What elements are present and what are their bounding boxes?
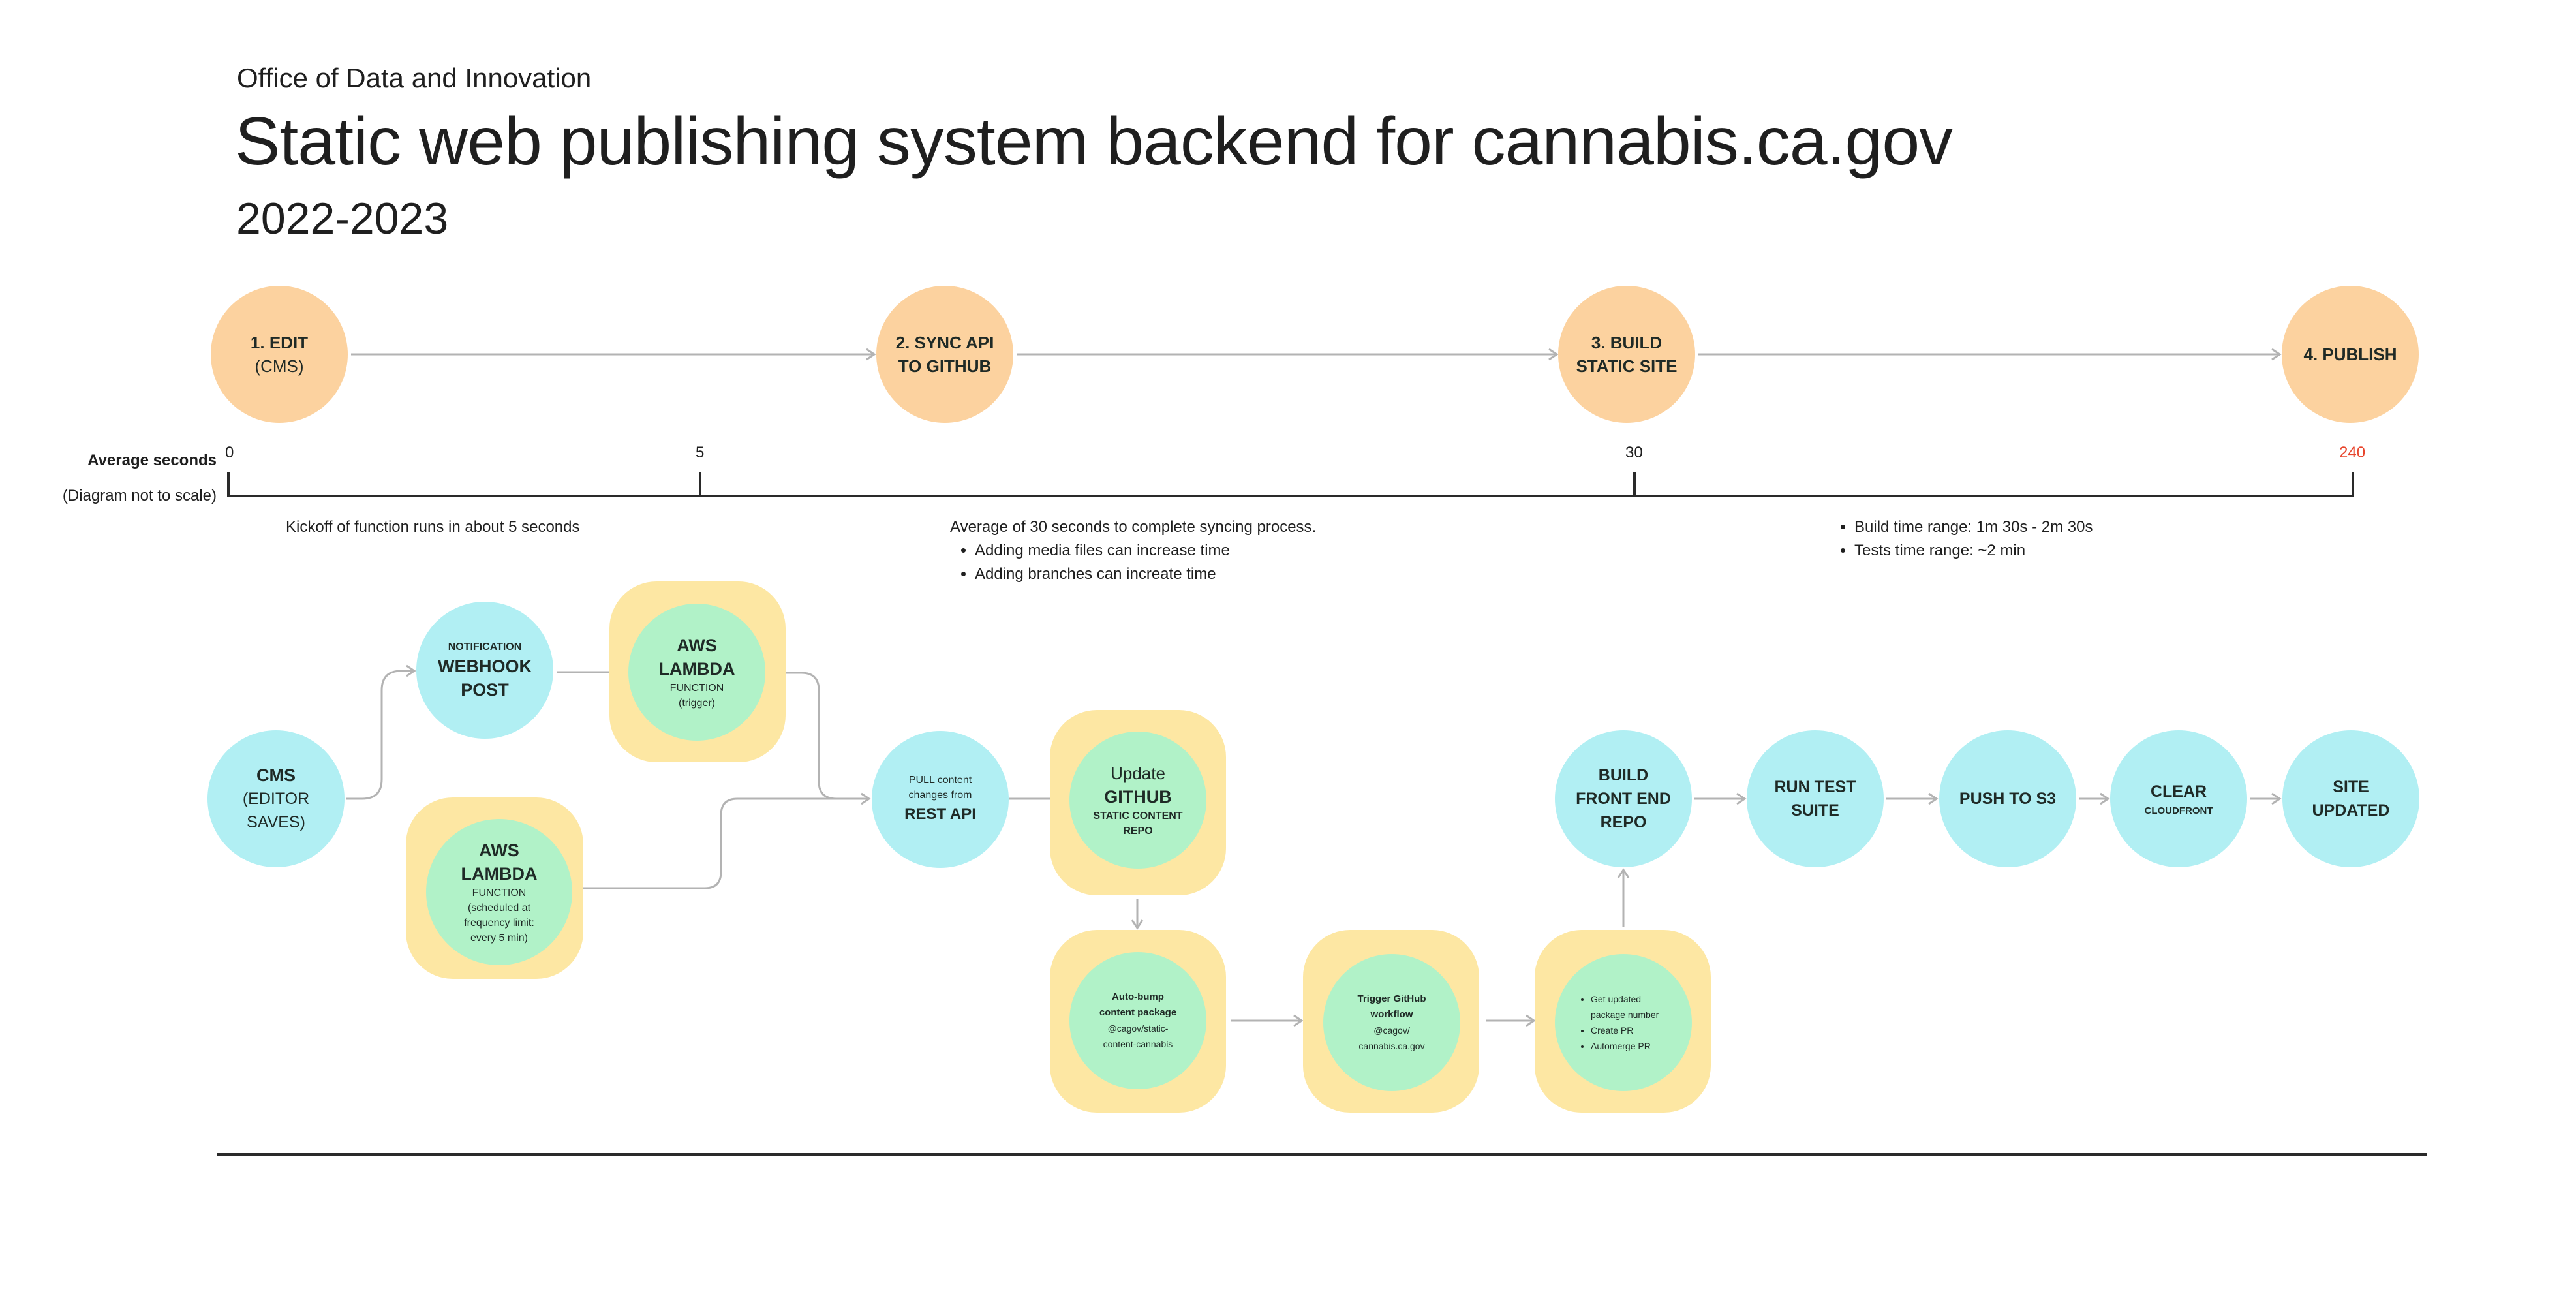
node-subtitle: @cagov/static-	[1107, 1023, 1169, 1034]
tick-label-30: 30	[1625, 444, 1643, 461]
step-item: Automerge PR	[1591, 1038, 1676, 1054]
node-pretitle: changes from	[908, 790, 972, 801]
node-subtitle: (trigger)	[678, 698, 715, 709]
node-title: content package	[1099, 1007, 1177, 1018]
node-trigger-workflow: Trigger GitHub workflow @cagov/ cannabis…	[1323, 954, 1460, 1091]
node-rest-api: PULL content changes from REST API	[872, 731, 1009, 868]
note-kickoff: Kickoff of function runs in about 5 seco…	[286, 518, 580, 536]
note-sync: Average of 30 seconds to complete syncin…	[950, 516, 1316, 586]
steps-list: Get updated package number Create PR Aut…	[1578, 991, 1676, 1054]
node-title: AWS	[677, 636, 717, 655]
node-webhook: NOTIFICATION WEBHOOK POST	[416, 602, 553, 739]
node-cms: CMS (EDITOR SAVES)	[207, 730, 345, 867]
note-sync-heading: Average of 30 seconds to complete syncin…	[950, 518, 1317, 536]
phase-label: 2. SYNC API	[895, 333, 994, 352]
node-subtitle: CLOUDFRONT	[2144, 805, 2213, 816]
node-subtitle: @cagov/	[1373, 1025, 1410, 1036]
node-subtitle: SAVES)	[247, 813, 305, 831]
phase-sync: 2. SYNC API TO GITHUB	[876, 286, 1013, 423]
tick-label-240: 240	[2339, 444, 2366, 461]
node-title: UPDATED	[2312, 801, 2390, 820]
node-build-frontend: BUILD FRONT END REPO	[1555, 730, 1692, 867]
phase-label: 3. BUILD	[1591, 333, 1663, 352]
node-title: SUITE	[1791, 801, 1839, 820]
phase-label: STATIC SITE	[1576, 356, 1678, 376]
phase-build: 3. BUILD STATIC SITE	[1558, 286, 1695, 423]
node-github: Update GITHUB STATIC CONTENT REPO	[1069, 732, 1206, 869]
node-title: BUILD	[1598, 766, 1649, 784]
note-build: Build time range: 1m 30s - 2m 30s Tests …	[1815, 516, 2093, 563]
node-title: CLEAR	[2150, 782, 2207, 801]
node-title: REST API	[904, 805, 976, 823]
node-update-steps: Get updated package number Create PR Aut…	[1555, 954, 1692, 1091]
node-run-tests: RUN TEST SUITE	[1747, 730, 1884, 867]
node-subtitle: cannabis.ca.gov	[1358, 1041, 1425, 1051]
node-site-updated: SITE UPDATED	[2282, 730, 2419, 867]
phase-label: TO GITHUB	[898, 356, 992, 376]
tick-label-0: 0	[225, 444, 234, 461]
node-push-s3: PUSH TO S3	[1939, 730, 2076, 867]
node-title: RUN TEST	[1774, 778, 1856, 796]
node-lambda-trigger: AWS LAMBDA FUNCTION (trigger)	[628, 604, 765, 741]
node-title: GITHUB	[1104, 787, 1172, 807]
node-lambda-scheduled: AWS LAMBDA FUNCTION (scheduled at freque…	[426, 819, 572, 965]
phase-publish: 4. PUBLISH	[2282, 286, 2419, 423]
node-title: REPO	[1600, 813, 1647, 831]
node-pretitle: PULL content	[908, 775, 972, 786]
node-subtitle: REPO	[1123, 826, 1153, 837]
arrow-cms-to-webhook	[346, 664, 416, 800]
node-subtitle: every 5 min)	[470, 933, 529, 944]
timeline-label: Average seconds	[87, 452, 217, 469]
node-title: FRONT END	[1576, 790, 1671, 808]
connectors-layer	[217, 348, 2427, 1156]
timeline-sublabel: (Diagram not to scale)	[62, 487, 217, 504]
node-subtitle: frequency limit:	[464, 918, 534, 929]
phase-edit: 1. EDIT (CMS)	[211, 286, 348, 423]
node-title: LAMBDA	[658, 659, 735, 679]
note-sync-bullet: Adding media files can increase time	[975, 539, 1316, 563]
tick-label-5: 5	[696, 444, 705, 461]
node-subtitle: STATIC CONTENT	[1093, 811, 1183, 822]
node-title: LAMBDA	[461, 864, 538, 884]
node-title: Trigger GitHub	[1357, 993, 1426, 1004]
node-subtitle: FUNCTION	[669, 683, 724, 694]
node-subtitle: (scheduled at	[467, 903, 531, 914]
node-subtitle: (EDITOR	[242, 790, 310, 808]
node-subtitle: content-cannabis	[1103, 1039, 1173, 1049]
note-build-bullet: Tests time range: ~2 min	[1854, 539, 2093, 563]
node-title: workflow	[1370, 1009, 1413, 1020]
note-sync-bullet: Adding branches can increate time	[975, 563, 1316, 586]
node-title: POST	[461, 679, 509, 700]
phase-label: 4. PUBLISH	[2303, 345, 2397, 364]
step-item: Get updated package number	[1591, 991, 1676, 1023]
note-build-bullet: Build time range: 1m 30s - 2m 30s	[1854, 516, 2093, 539]
node-title: PUSH TO S3	[1959, 790, 2057, 808]
node-subtitle: FUNCTION	[472, 888, 527, 899]
node-autobump: Auto-bump content package @cagov/static-…	[1069, 952, 1206, 1089]
node-clear-cloudfront: CLEAR CLOUDFRONT	[2110, 730, 2247, 867]
arrow-lambda-scheduled-to-rest	[569, 797, 842, 889]
node-title: WEBHOOK	[438, 656, 532, 676]
node-pretitle: NOTIFICATION	[448, 641, 522, 653]
phase-label: 1. EDIT	[250, 333, 309, 352]
node-title: Auto-bump	[1112, 991, 1164, 1002]
step-item: Create PR	[1591, 1023, 1676, 1038]
node-pretitle: Update	[1111, 764, 1165, 783]
node-title: CMS	[256, 765, 296, 785]
timeline-axis	[227, 472, 2354, 497]
node-title: SITE	[2333, 778, 2369, 796]
node-title: AWS	[479, 841, 519, 860]
phase-sublabel: (CMS)	[254, 356, 304, 376]
